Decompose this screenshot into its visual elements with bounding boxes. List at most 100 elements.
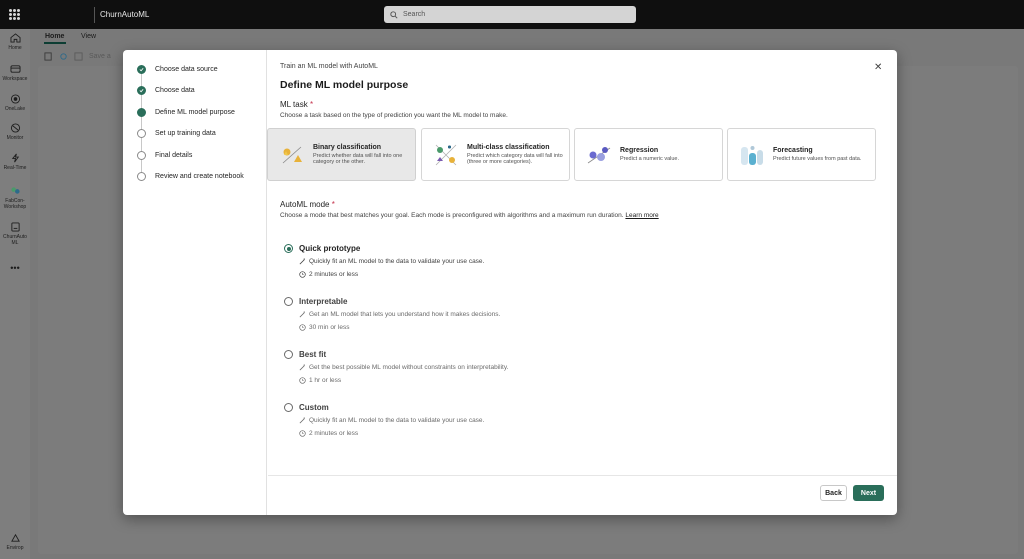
nav-monitor[interactable]: Monitor: [0, 123, 30, 141]
step-label: Choose data: [155, 87, 195, 94]
automl-item-icon: [10, 222, 20, 232]
nav-home[interactable]: Home: [0, 33, 30, 51]
item-name[interactable]: ChurnAutoML: [100, 10, 149, 19]
mode-duration: 2 minutes or less: [299, 271, 358, 278]
step-review-and-create-notebook[interactable]: Review and create notebook: [137, 172, 244, 181]
radio-button[interactable]: [284, 350, 293, 359]
radio-button[interactable]: [284, 403, 293, 412]
mode-duration-text: 30 min or less: [309, 324, 350, 331]
step-pending-icon: [137, 151, 146, 160]
automl-mode-description-text: Choose a mode that best matches your goa…: [280, 212, 624, 219]
nav-label: OneLake: [4, 106, 26, 112]
tab-home[interactable]: Home: [45, 33, 64, 40]
search-icon: [390, 10, 398, 19]
radio-button[interactable]: [284, 297, 293, 306]
nav-onelake[interactable]: OneLake: [0, 94, 30, 112]
mode-title: Best fit: [299, 350, 327, 359]
step-set-up-training-data[interactable]: Set up training data: [137, 129, 216, 138]
dialog-footer: Back Next: [268, 475, 897, 515]
nav-label: Home: [8, 45, 22, 51]
step-label: Choose data source: [155, 66, 218, 73]
nav-label: ChurnAuto ML: [3, 234, 27, 246]
card-title: Binary classification: [313, 143, 382, 151]
nav-label: Envirop: [6, 545, 24, 551]
close-icon[interactable]: ✕: [874, 62, 882, 73]
card-forecasting[interactable]: Forecasting Predict future values from p…: [727, 128, 876, 181]
top-bar: ChurnAutoML Search: [0, 0, 1024, 29]
step-label: Set up training data: [155, 130, 216, 137]
clock-icon: [299, 271, 306, 278]
learn-more-link[interactable]: Learn more: [625, 212, 658, 219]
dialog-subtitle: Train an ML model with AutoML: [280, 63, 378, 70]
regression-icon: [587, 146, 611, 163]
forecasting-icon: [741, 145, 763, 165]
environment-icon: [10, 533, 20, 542]
card-regression[interactable]: Regression Predict a numeric value.: [574, 128, 723, 181]
mode-description: Quickly fit an ML model to the data to v…: [299, 258, 484, 265]
save-label[interactable]: Save a: [89, 53, 111, 60]
tab-view[interactable]: View: [81, 33, 96, 40]
mode-description-text: Quickly fit an ML model to the data to v…: [309, 258, 485, 265]
wand-icon: [299, 364, 305, 371]
nav-label: Monitor: [6, 135, 24, 141]
mode-duration-text: 2 minutes or less: [309, 430, 359, 437]
wand-icon: [299, 417, 305, 424]
search-input[interactable]: Search: [384, 6, 636, 23]
step-label: Define ML model purpose: [155, 109, 235, 116]
more-icon[interactable]: •••: [0, 264, 30, 273]
mode-duration-text: 2 minutes or less: [309, 271, 359, 278]
app-launcher-icon[interactable]: [9, 9, 20, 20]
ml-task-description: Choose a task based on the type of predi…: [280, 112, 508, 119]
mode-duration: 30 min or less: [299, 324, 349, 331]
ml-task-label: ML task *: [280, 100, 313, 109]
mode-description-text: Get the best possible ML model without c…: [309, 364, 509, 371]
save-icon[interactable]: [74, 52, 83, 61]
mode-description: Get an ML model that lets you understand…: [299, 311, 500, 318]
wizard-content: Train an ML model with AutoML Define ML …: [267, 50, 897, 475]
new-icon[interactable]: [44, 52, 53, 61]
step-define-ml-model-purpose[interactable]: Define ML model purpose: [137, 108, 235, 117]
mode-title: Interpretable: [299, 297, 348, 306]
mode-duration-text: 1 hr or less: [309, 377, 342, 384]
wand-icon: [299, 311, 305, 318]
card-description: Predict whether data will fall into one …: [313, 152, 403, 166]
step-pending-icon: [137, 129, 146, 138]
wizard-steps: Choose data source Choose data Define ML…: [123, 50, 267, 515]
nav-real-time[interactable]: Real-Time: [0, 153, 30, 171]
clock-icon: [299, 324, 306, 331]
step-choose-data[interactable]: Choose data: [137, 86, 195, 95]
step-final-details[interactable]: Final details: [137, 151, 192, 160]
automl-mode-label-text: AutoML mode: [280, 200, 330, 209]
step-label: Review and create notebook: [155, 173, 244, 180]
multiclass-classification-icon: [435, 144, 457, 165]
nav-workspace[interactable]: Workspace: [0, 64, 30, 82]
radio-button-selected[interactable]: [284, 244, 293, 253]
step-choose-data-source[interactable]: Choose data source: [137, 65, 218, 74]
clock-icon: [299, 430, 306, 437]
card-description: Predict a numeric value.: [620, 155, 679, 162]
card-multiclass-classification[interactable]: Multi-class classification Predict which…: [421, 128, 570, 181]
next-button[interactable]: Next: [853, 485, 884, 501]
back-button[interactable]: Back: [820, 485, 847, 501]
nav-label: Workspace: [2, 76, 28, 82]
ml-task-label-text: ML task: [280, 100, 308, 109]
card-description: Predict future values from past data.: [773, 155, 862, 162]
nav-label: Real-Time: [3, 165, 27, 171]
nav-churnautoml[interactable]: ChurnAuto ML: [0, 222, 30, 246]
mode-duration: 1 hr or less: [299, 377, 341, 384]
nav-fabcon-workshop[interactable]: FabCon-Workshop: [0, 186, 30, 210]
card-title: Regression: [620, 146, 659, 154]
divider: [94, 7, 95, 23]
lightning-icon: [11, 153, 19, 163]
automl-mode-description: Choose a mode that best matches your goa…: [280, 211, 670, 221]
required-mark: *: [309, 100, 314, 109]
nav-label: FabCon-Workshop: [3, 198, 27, 210]
onelake-icon: [10, 94, 20, 104]
mode-description-text: Get an ML model that lets you understand…: [309, 311, 501, 318]
card-binary-classification[interactable]: Binary classification Predict whether da…: [267, 128, 416, 181]
settings-icon[interactable]: [59, 52, 68, 61]
search-placeholder: Search: [403, 11, 426, 18]
mode-description: Get the best possible ML model without c…: [299, 364, 508, 371]
nav-environment[interactable]: Envirop: [0, 533, 30, 551]
workshop-icon: [10, 187, 20, 194]
